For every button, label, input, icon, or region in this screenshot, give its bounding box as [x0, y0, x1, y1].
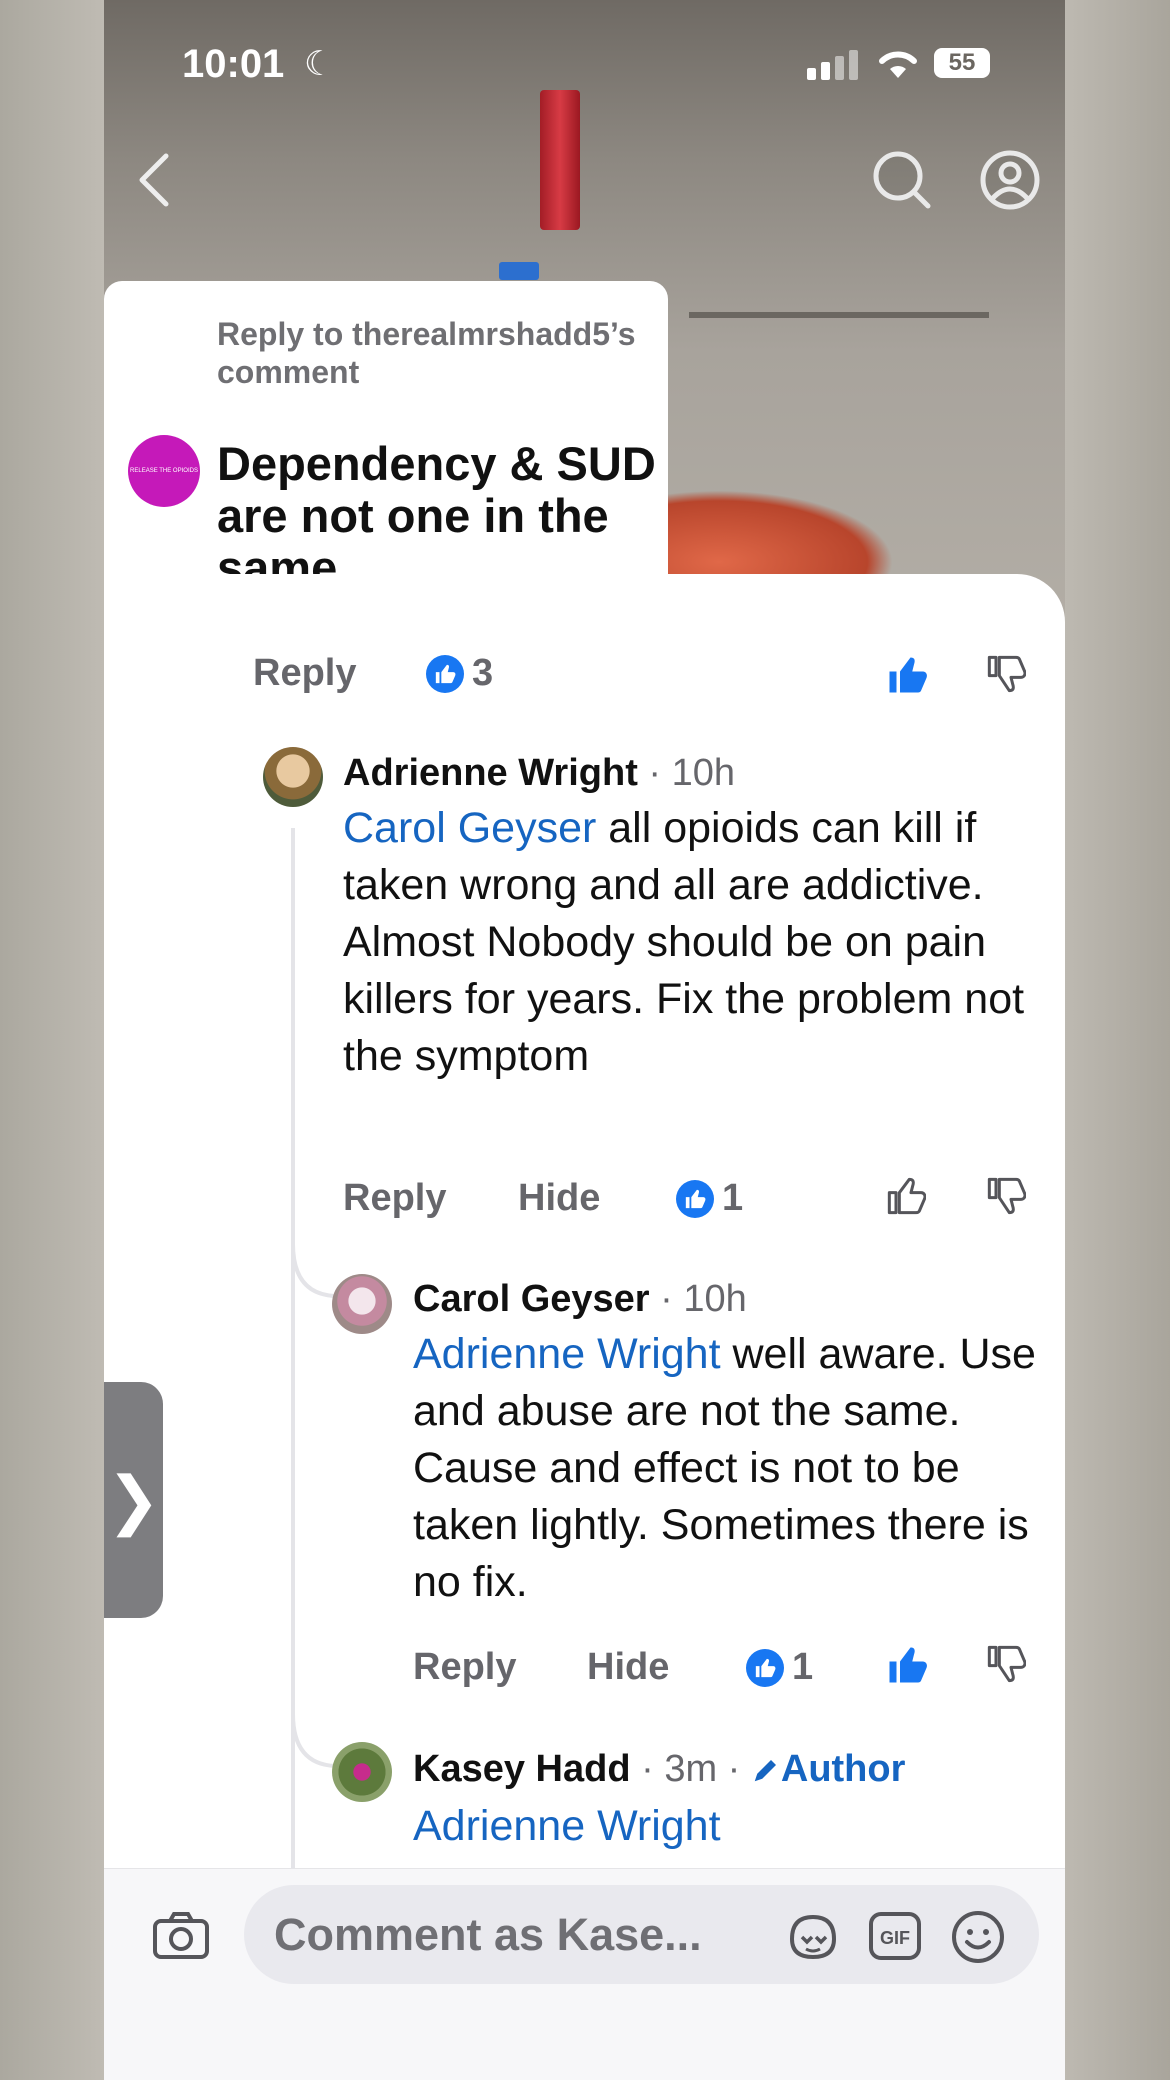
- background-left: [0, 0, 104, 2080]
- comment-placeholder: Comment as Kase...: [274, 1909, 702, 1960]
- thumbs-down-icon[interactable]: [986, 1644, 1026, 1684]
- avatar[interactable]: [263, 747, 323, 807]
- app-screen: 10:01 ☾ 55 RELEASE THE OPIOIDS Reply to …: [104, 0, 1065, 2080]
- like-badge-icon: [746, 1648, 784, 1687]
- emoji-icon[interactable]: [950, 1909, 1006, 1965]
- thumbs-up-filled-icon[interactable]: [886, 654, 928, 696]
- like-count-value: 1: [792, 1646, 814, 1688]
- comment-header: Kasey Hadd · 3m · Author: [413, 1748, 905, 1791]
- hide-button[interactable]: Hide: [587, 1646, 669, 1689]
- avatar[interactable]: RELEASE THE OPIOIDS: [128, 435, 200, 507]
- svg-text:GIF: GIF: [880, 1928, 910, 1948]
- thumbs-down-icon[interactable]: [986, 1176, 1026, 1216]
- thumbs-up-icon[interactable]: [886, 1176, 926, 1216]
- comment-time: · 3m ·: [630, 1748, 751, 1790]
- comment-input[interactable]: Comment as Kase... GIF: [244, 1885, 1039, 1984]
- comments-sheet: Reply 3 Adrienne Wright · 10h Carol Geys…: [104, 574, 1065, 1874]
- moon-icon: ☾: [304, 45, 335, 83]
- commenter-name[interactable]: Adrienne Wright: [343, 752, 638, 794]
- reply-button[interactable]: Reply: [343, 1177, 446, 1220]
- comment-body: Carol Geyser all opioids can kill if tak…: [343, 800, 1043, 1085]
- reply-button[interactable]: Reply: [413, 1646, 516, 1689]
- like-badge-icon: [426, 654, 464, 693]
- commenter-name[interactable]: Kasey Hadd: [413, 1748, 631, 1790]
- avatar[interactable]: [332, 1742, 392, 1802]
- like-count: 1: [676, 1177, 743, 1220]
- avatar[interactable]: [332, 1274, 392, 1334]
- like-count-value: 3: [472, 652, 494, 694]
- commenter-name[interactable]: Carol Geyser: [413, 1278, 650, 1320]
- comment-body: Adrienne Wright well aware. Use and abus…: [413, 1326, 1053, 1611]
- comment-time: · 10h: [637, 752, 736, 794]
- comment-time: · 10h: [649, 1278, 747, 1320]
- back-icon[interactable]: [134, 150, 174, 210]
- like-count: 3: [426, 652, 493, 695]
- video-object: [499, 262, 539, 280]
- thumbs-down-icon[interactable]: [986, 654, 1026, 694]
- mention-link[interactable]: Adrienne Wright: [413, 1802, 721, 1850]
- comment-header: Adrienne Wright · 10h: [343, 752, 735, 795]
- signal-icon: [807, 50, 858, 80]
- profile-icon[interactable]: [978, 148, 1042, 212]
- like-count: 1: [746, 1646, 813, 1689]
- mention-link[interactable]: Carol Geyser: [343, 804, 596, 852]
- thread-branch: [291, 1714, 335, 1768]
- status-bar: 10:01 ☾ 55: [104, 0, 1065, 120]
- original-comment-text: Dependency & SUD are not one in the same…: [217, 437, 656, 594]
- avatar-sticker-icon[interactable]: [784, 1911, 842, 1961]
- background-right: [1065, 0, 1170, 2080]
- camera-icon[interactable]: [152, 1911, 210, 1961]
- pencil-icon: [754, 1760, 776, 1782]
- reply-button[interactable]: Reply: [253, 652, 356, 695]
- reply-to-label: Reply to therealmrshadd5’s comment: [217, 316, 636, 390]
- status-time: 10:01: [182, 42, 285, 86]
- comment-composer: Comment as Kase... GIF: [104, 1868, 1065, 2080]
- author-badge: Author: [780, 1748, 906, 1790]
- thumbs-up-filled-icon[interactable]: [886, 1644, 928, 1686]
- comment-body: Adrienne Wright: [413, 1798, 1053, 1855]
- hide-button[interactable]: Hide: [518, 1177, 600, 1220]
- video-object: [689, 312, 989, 318]
- thread-branch: [291, 1244, 335, 1298]
- like-count-value: 1: [722, 1177, 744, 1219]
- battery-indicator: 55: [934, 48, 990, 78]
- chevron-right-icon: ❯: [106, 1464, 161, 1536]
- like-badge-icon: [676, 1179, 714, 1218]
- search-icon[interactable]: [870, 148, 934, 212]
- gif-icon[interactable]: GIF: [868, 1911, 922, 1961]
- mention-link[interactable]: Adrienne Wright: [413, 1330, 721, 1378]
- side-expand-tab[interactable]: ❯: [104, 1382, 163, 1618]
- comment-header: Carol Geyser · 10h: [413, 1278, 747, 1321]
- wifi-icon: [879, 51, 917, 78]
